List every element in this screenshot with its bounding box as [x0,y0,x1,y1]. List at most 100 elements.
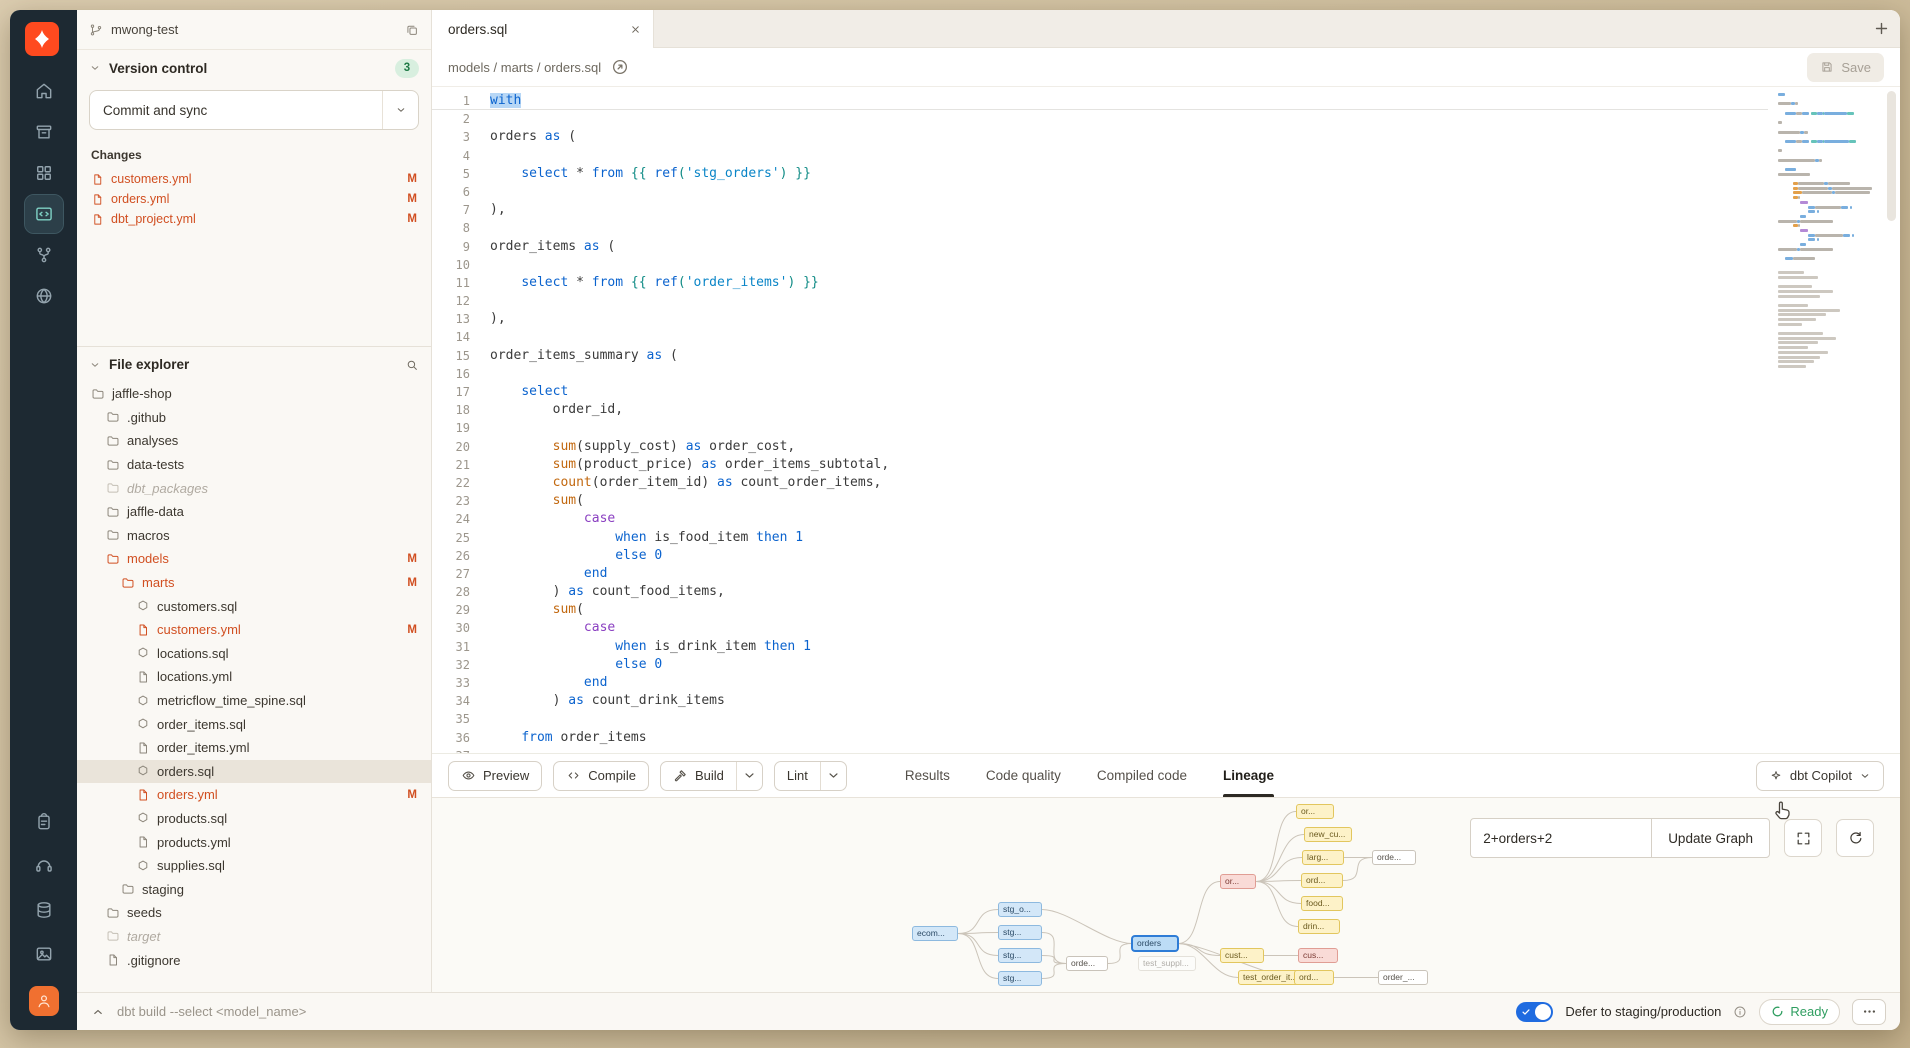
code-line-17[interactable]: 17 select [432,383,1768,401]
code-line-6[interactable]: 6 [432,183,1768,201]
code-line-12[interactable]: 12 [432,292,1768,310]
code-line-8[interactable]: 8 [432,219,1768,237]
build-button[interactable]: Build [661,762,736,790]
code-line-9[interactable]: 9order_items as ( [432,238,1768,256]
code-line-36[interactable]: 36 from order_items [432,729,1768,747]
code-line-23[interactable]: 23 sum( [432,492,1768,510]
file-jaffle-data[interactable]: jaffle-data [77,500,431,524]
lineage-node-orderw[interactable]: order_... [1378,970,1428,985]
lineage-node-orde1[interactable]: orde... [1066,956,1108,971]
code-line-7[interactable]: 7), [432,201,1768,219]
code-line-1[interactable]: 1with [432,92,1768,110]
scrollbar-thumb[interactable] [1887,91,1896,221]
dbt-logo[interactable] [25,22,59,56]
code-line-4[interactable]: 4 [432,147,1768,165]
new-tab-button[interactable] [1862,10,1900,47]
code-line-20[interactable]: 20 sum(supply_cost) as order_cost, [432,438,1768,456]
open-in-lineage-icon[interactable] [611,58,629,76]
code-line-35[interactable]: 35 [432,710,1768,728]
file-locations.yml[interactable]: locations.yml [77,665,431,689]
code-line-29[interactable]: 29 sum( [432,601,1768,619]
tab-orders-sql[interactable]: orders.sql [432,10,654,48]
close-tab-icon[interactable] [630,24,641,35]
file-order_items.yml[interactable]: order_items.yml [77,736,431,760]
lineage-node-ord2[interactable]: ord... [1294,970,1334,985]
lineage-node-ord1[interactable]: ord... [1301,873,1343,888]
lineage-node-larg[interactable]: larg... [1302,850,1344,865]
nav-home-icon[interactable] [25,72,63,110]
commit-and-sync-button[interactable]: Commit and sync [89,90,419,130]
lint-button[interactable]: Lint [775,762,820,790]
code-line-24[interactable]: 24 case [432,510,1768,528]
lineage-node-stg4[interactable]: stg... [998,971,1042,986]
more-options-button[interactable] [1852,999,1886,1025]
code-line-30[interactable]: 30 case [432,619,1768,637]
code-line-16[interactable]: 16 [432,365,1768,383]
lineage-node-food[interactable]: food... [1301,896,1343,911]
lineage-selector-input[interactable] [1470,818,1652,858]
file-orders.yml[interactable]: orders.ymlM [77,783,431,807]
code-line-32[interactable]: 32 else 0 [432,656,1768,674]
code-line-28[interactable]: 28 ) as count_food_items, [432,583,1768,601]
file-order_items.sql[interactable]: order_items.sql [77,712,431,736]
code-line-5[interactable]: 5 select * from {{ ref('stg_orders') }} [432,165,1768,183]
lineage-node-stg1[interactable]: stg_o... [998,902,1042,917]
file-products.yml[interactable]: products.yml [77,830,431,854]
file-macros[interactable]: macros [77,524,431,548]
tab-code-quality[interactable]: Code quality [986,754,1061,797]
code-line-3[interactable]: 3orders as ( [432,128,1768,146]
code-line-26[interactable]: 26 else 0 [432,547,1768,565]
file-models[interactable]: modelsM [77,547,431,571]
file-marts[interactable]: martsM [77,571,431,595]
lineage-node-testsup[interactable]: test_suppl... [1138,956,1196,971]
nav-grid-icon[interactable] [25,154,63,192]
file-customers.yml[interactable]: customers.ymlM [77,618,431,642]
code-line-25[interactable]: 25 when is_food_item then 1 [432,529,1768,547]
user-avatar[interactable] [29,986,59,1016]
file-staging[interactable]: staging [77,877,431,901]
lineage-node-ordew[interactable]: orde... [1372,850,1416,865]
code-line-15[interactable]: 15order_items_summary as ( [432,347,1768,365]
lint-dropdown-button[interactable] [820,762,846,790]
file-orders.sql[interactable]: orders.sql [77,760,431,784]
code-line-11[interactable]: 11 select * from {{ ref('order_items') }… [432,274,1768,292]
code-line-13[interactable]: 13), [432,310,1768,328]
nav-clipboard-icon[interactable] [25,803,63,841]
lineage-node-orpink[interactable]: or... [1220,874,1256,889]
nav-database-icon[interactable] [25,891,63,929]
file-supplies.sql[interactable]: supplies.sql [77,854,431,878]
lineage-node-ecom[interactable]: ecom... [912,926,958,941]
code-line-14[interactable]: 14 [432,328,1768,346]
file-products.sql[interactable]: products.sql [77,807,431,831]
breadcrumb[interactable]: models / marts / orders.sql [448,60,601,75]
code-line-22[interactable]: 22 count(order_item_id) as count_order_i… [432,474,1768,492]
file-dbt_packages[interactable]: dbt_packages [77,476,431,500]
save-button[interactable]: Save [1807,53,1884,82]
lineage-node-drin[interactable]: drin... [1298,919,1340,934]
file-customers.sql[interactable]: customers.sql [77,594,431,618]
file-.github[interactable]: .github [77,406,431,430]
file-seeds[interactable]: seeds [77,901,431,925]
refresh-graph-button[interactable] [1836,819,1874,857]
file-locations.sql[interactable]: locations.sql [77,642,431,666]
code-line-31[interactable]: 31 when is_drink_item then 1 [432,638,1768,656]
commit-dropdown-button[interactable] [382,91,418,129]
compile-button[interactable]: Compile [553,761,649,791]
code-line-33[interactable]: 33 end [432,674,1768,692]
nav-git-fork-icon[interactable] [25,236,63,274]
update-graph-button[interactable]: Update Graph [1651,818,1770,858]
search-icon[interactable] [405,358,419,372]
changed-file-customers.yml[interactable]: customers.ymlM [77,169,431,189]
copy-icon[interactable] [405,23,419,37]
file-target[interactable]: target [77,925,431,949]
changed-file-orders.yml[interactable]: orders.ymlM [77,189,431,209]
code-line-27[interactable]: 27 end [432,565,1768,583]
nav-image-icon[interactable] [25,935,63,973]
branch-name[interactable]: mwong-test [111,22,178,37]
lineage-node-oryel[interactable]: or... [1296,804,1334,819]
lineage-node-cusp[interactable]: cus... [1298,948,1338,963]
code-editor[interactable]: 1with23orders as (45 select * from {{ re… [432,87,1900,753]
dbt-copilot-button[interactable]: dbt Copilot [1756,761,1884,791]
code-line-37[interactable]: 37 [432,747,1768,753]
code-line-2[interactable]: 2 [432,110,1768,128]
